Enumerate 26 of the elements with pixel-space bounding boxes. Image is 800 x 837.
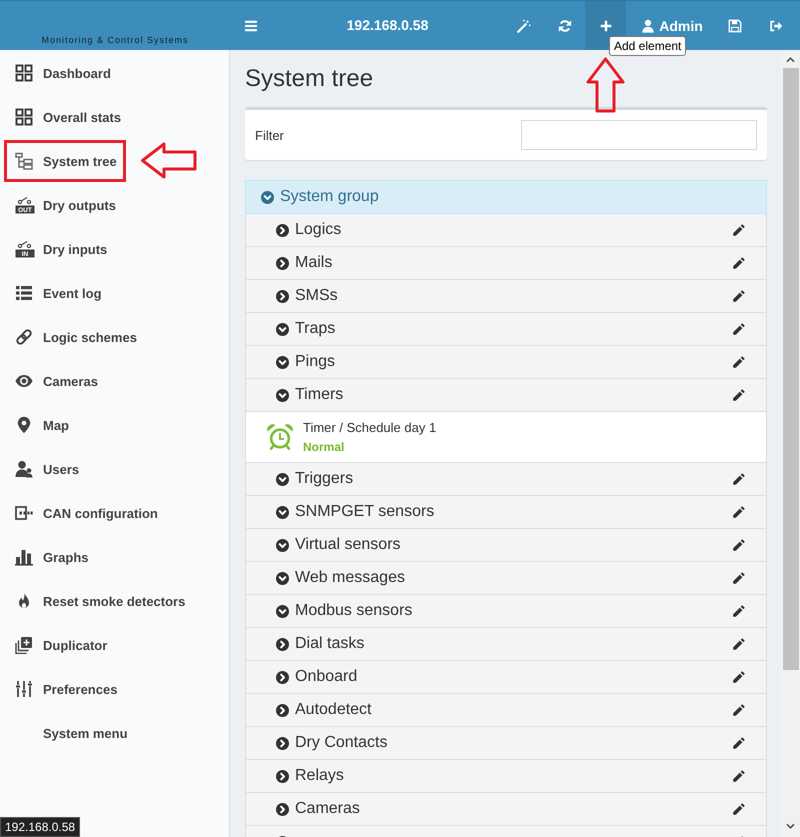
row-label: Dial tasks (295, 635, 364, 653)
row-label: Web messages (295, 569, 405, 587)
row-label: SMSs (295, 287, 338, 305)
row-label: Timers (295, 386, 344, 404)
row-label: Onboard (295, 668, 358, 686)
filter-label: Filter (255, 128, 284, 142)
row-label: Cameras (295, 800, 360, 818)
page-title: System tree (245, 64, 374, 94)
tooltip: Add element (609, 36, 686, 56)
row-label: Modbus sensors (295, 602, 412, 620)
row-label: Traps (295, 320, 336, 338)
host-address: 192.168.0.58 (346, 16, 430, 35)
row-label: Mails (295, 254, 332, 272)
row-label: Dry Contacts (295, 734, 388, 752)
timer-status: Normal (303, 440, 346, 454)
brand-tagline: Monitoring & Control Systems (41, 35, 189, 46)
status-url: 192.168.0.58 (0, 817, 80, 837)
timer-name: Timer / Schedule day 1 (303, 420, 436, 436)
row-label: Relays (295, 767, 344, 785)
row-label: SNMPGET sensors (295, 503, 434, 521)
row-label: Autodetect (295, 701, 372, 719)
row-label: Triggers (295, 470, 354, 488)
group-title: System group (280, 188, 379, 206)
row-label: Logics (295, 221, 342, 239)
row-label: Virtual sensors (295, 536, 401, 554)
row-label: Pings (295, 353, 336, 371)
